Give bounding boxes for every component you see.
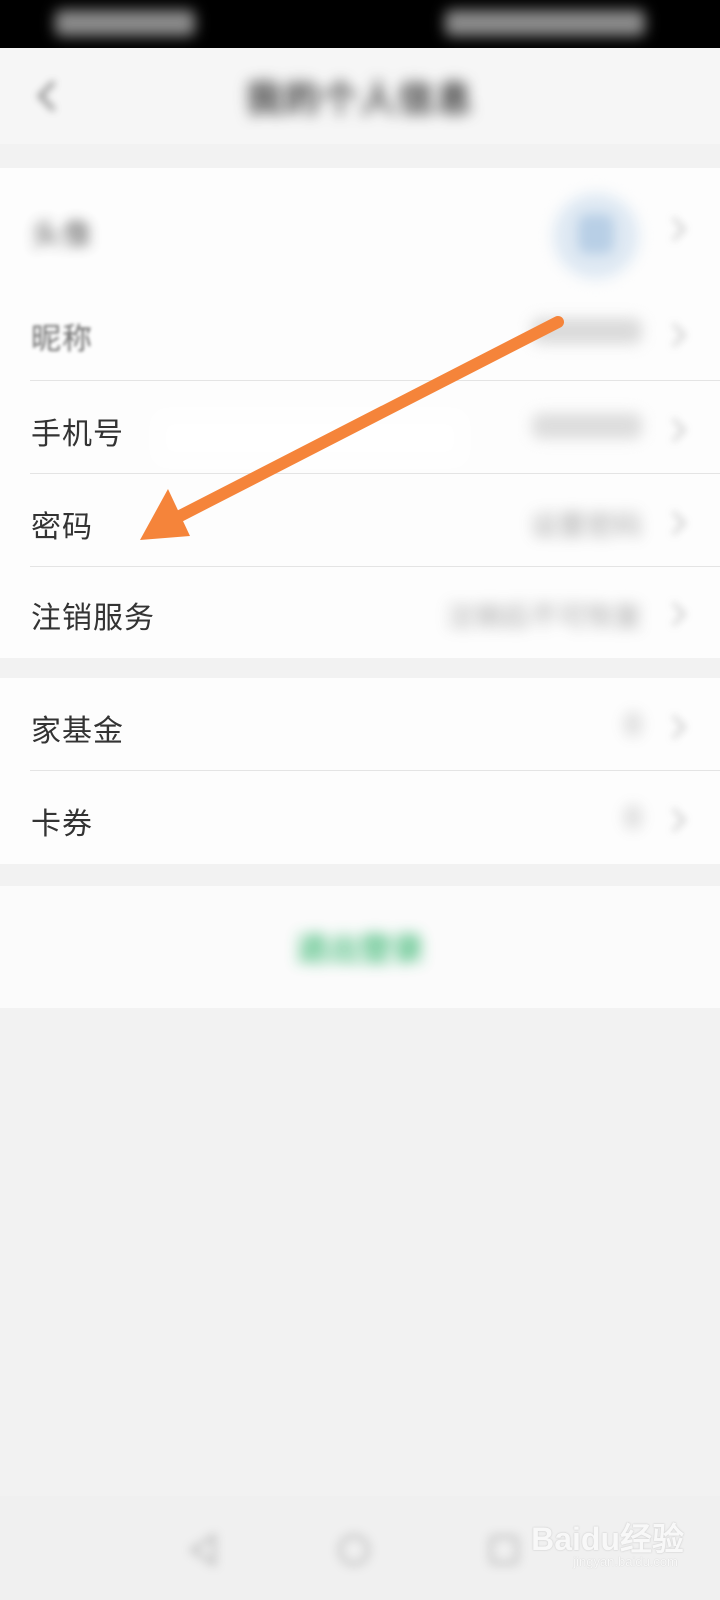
chevron-right-icon [671, 216, 687, 242]
deactivate-value: 注销后不可恢复 [445, 600, 642, 633]
home-circle-icon[interactable] [336, 1532, 372, 1568]
battery-time-indicator [445, 10, 645, 36]
status-bar [0, 0, 720, 48]
signal-icons [55, 10, 195, 36]
back-triangle-icon[interactable] [186, 1532, 222, 1568]
baidu-watermark: Baidu经验 jingyan.baidu.com [504, 1514, 684, 1574]
row-label: 头像 [31, 218, 93, 253]
chevron-right-icon [671, 417, 687, 443]
nickname-row[interactable]: 昵称 [0, 288, 720, 380]
chevron-right-icon [671, 601, 687, 627]
page-title: 我的个人信息 [245, 79, 474, 120]
profile-section: 头像 昵称 手机号 密码 设置密码 注销服务 注销后不可恢复 [0, 168, 720, 658]
family-fund-row[interactable]: 家基金 0 [0, 678, 720, 770]
watermark-url: jingyan.baidu.com [573, 1554, 678, 1569]
chevron-right-icon [671, 510, 687, 536]
coupons-row[interactable]: 卡券 0 [0, 771, 720, 864]
phone-value [532, 413, 642, 439]
row-label: 手机号 [31, 417, 124, 452]
chevron-right-icon [671, 322, 687, 348]
assets-section: 家基金 0 卡券 0 [0, 678, 720, 864]
nickname-value [532, 318, 642, 344]
row-label: 卡券 [31, 807, 93, 842]
avatar [550, 190, 642, 282]
row-label: 昵称 [31, 322, 93, 357]
phone-row[interactable]: 手机号 [0, 381, 720, 473]
row-label: 密码 [31, 510, 93, 545]
family-fund-value: 0 [624, 708, 642, 741]
coupons-value: 0 [624, 801, 642, 834]
row-label: 注销服务 [31, 601, 155, 636]
screen: 我的个人信息 头像 昵称 手机号 密码 设置密码 注销服务 注销后不可恢复 家基… [0, 0, 720, 1600]
logout-section: 退出登录 [0, 886, 720, 1008]
password-value: 设置密码 [529, 509, 642, 542]
avatar-row[interactable]: 头像 [0, 168, 720, 288]
chevron-right-icon [671, 807, 687, 833]
row-label: 家基金 [31, 714, 124, 749]
deactivate-row[interactable]: 注销服务 注销后不可恢复 [0, 567, 720, 658]
chevron-right-icon [671, 714, 687, 740]
nav-bar: 我的个人信息 [0, 48, 720, 144]
logout-button[interactable]: 退出登录 [0, 924, 720, 970]
password-row[interactable]: 密码 设置密码 [0, 474, 720, 566]
